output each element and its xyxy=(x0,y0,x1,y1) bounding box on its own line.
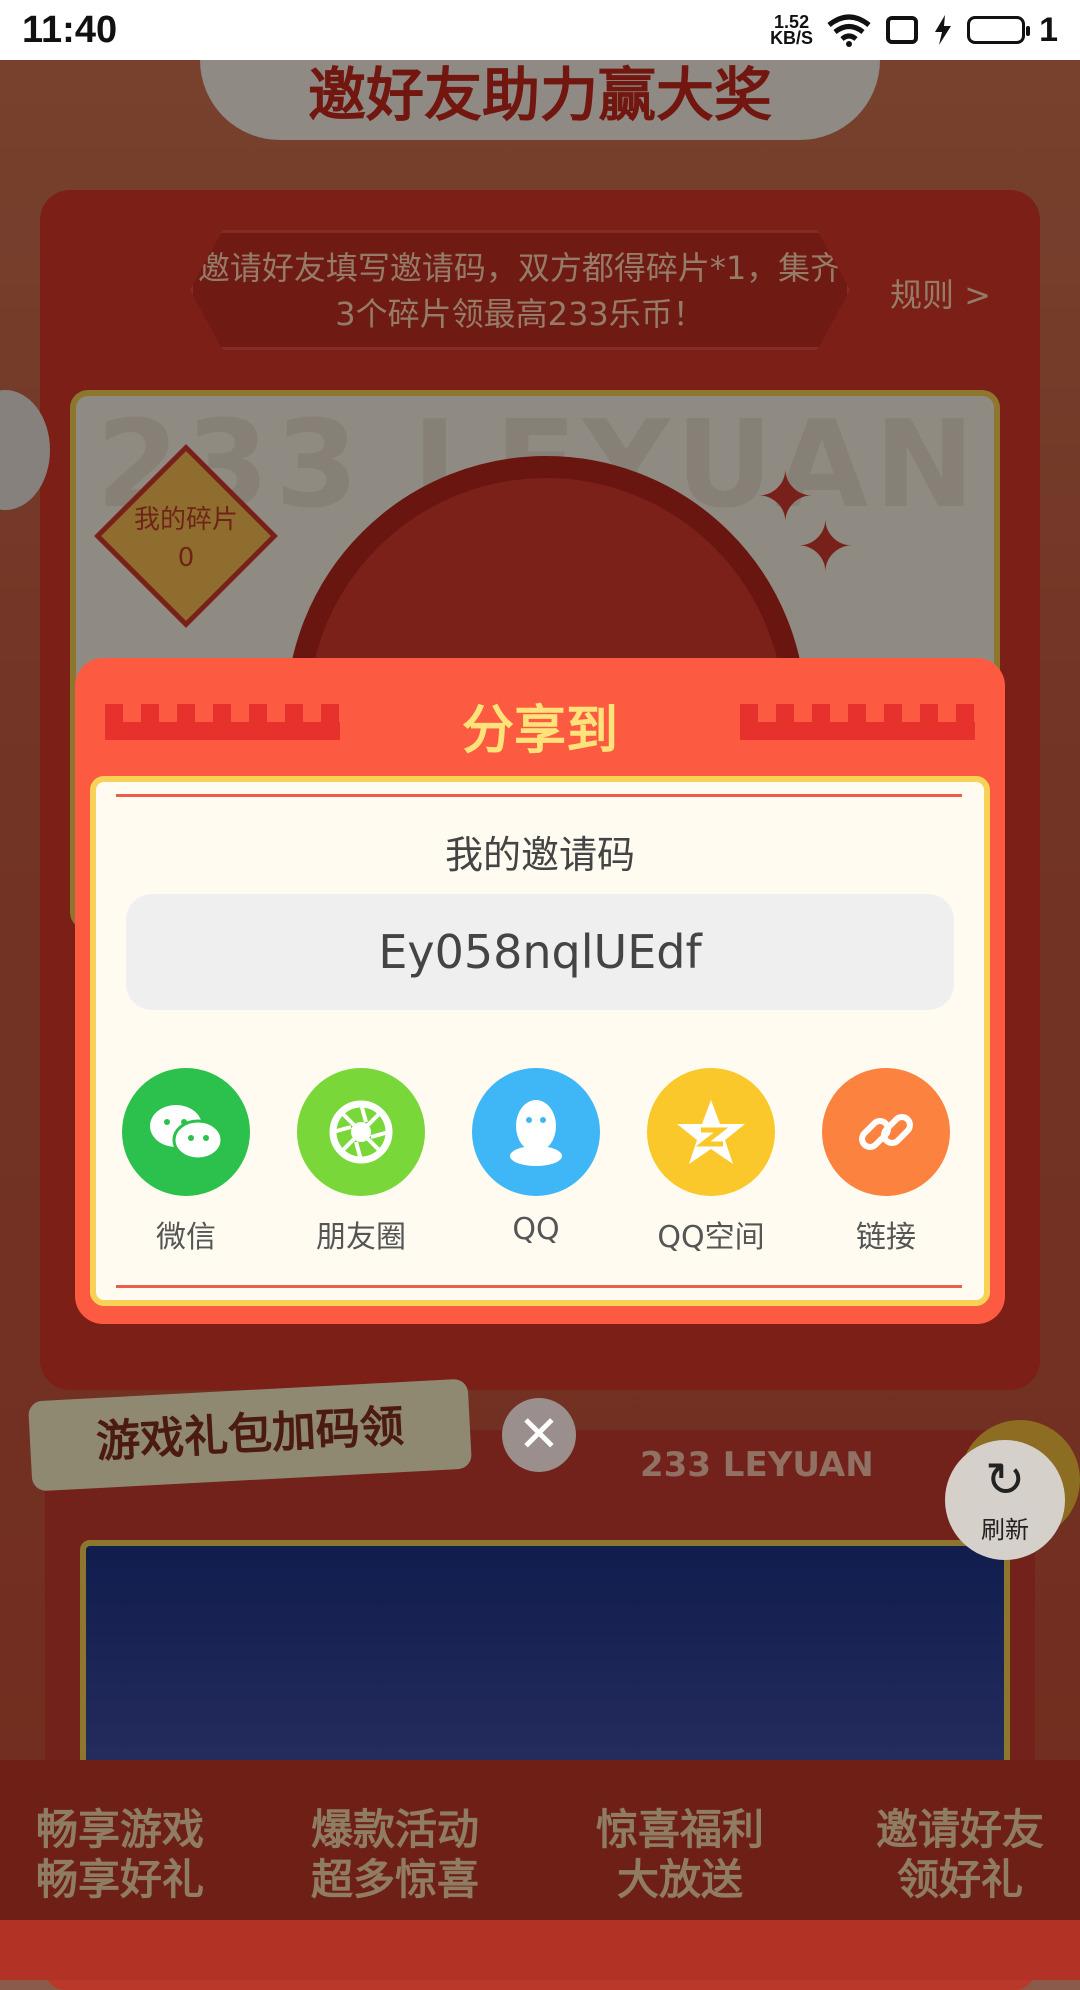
share-qzone-button[interactable]: QQ空间 xyxy=(641,1068,781,1256)
moments-icon xyxy=(297,1068,425,1196)
battery-icon xyxy=(967,16,1031,44)
share-link-button[interactable]: 链接 xyxy=(816,1068,956,1256)
share-qq-button[interactable]: QQ xyxy=(466,1068,606,1247)
refresh-button[interactable]: ↻ 刷新 xyxy=(945,1440,1065,1560)
close-icon: ✕ xyxy=(518,1405,560,1463)
link-icon xyxy=(822,1068,950,1196)
status-bar: 11:40 1.52 KB/S 1 xyxy=(0,0,1080,60)
close-modal-button[interactable]: ✕ xyxy=(502,1398,576,1472)
divider-line xyxy=(116,1285,962,1288)
wifi-icon xyxy=(827,14,871,47)
status-time: 11:40 xyxy=(22,8,118,51)
refresh-label: 刷新 xyxy=(981,1516,1029,1544)
share-label: 链接 xyxy=(856,1220,916,1255)
share-label: 朋友圈 xyxy=(316,1220,406,1255)
refresh-icon: ↻ xyxy=(984,1452,1026,1508)
screen-rotate-icon xyxy=(886,16,919,44)
share-label: 微信 xyxy=(156,1220,216,1255)
invite-code-label: 我的邀请码 xyxy=(444,833,635,877)
divider-line xyxy=(116,794,962,797)
share-moments-button[interactable]: 朋友圈 xyxy=(291,1068,431,1256)
wechat-icon xyxy=(122,1068,250,1196)
share-panel: 我的邀请码 Ey058nqlUEdf 微信 朋友圈 QQ QQ空间 链接 xyxy=(90,776,990,1306)
modal-title: 分享到 xyxy=(461,701,618,761)
invite-code-field[interactable]: Ey058nqlUEdf xyxy=(126,894,954,1010)
battery-level: 1 xyxy=(1039,10,1058,49)
charging-icon xyxy=(935,15,952,45)
qzone-icon xyxy=(647,1068,775,1196)
share-label: QQ空间 xyxy=(657,1220,765,1255)
share-modal: 分享到 我的邀请码 Ey058nqlUEdf 微信 朋友圈 QQ QQ空间 链接 xyxy=(75,658,1005,1324)
qq-icon xyxy=(472,1068,600,1196)
network-speed-unit: KB/S xyxy=(770,28,814,48)
network-speed: 1.52 KB/S xyxy=(770,13,814,48)
share-label: QQ xyxy=(512,1212,560,1247)
share-wechat-button[interactable]: 微信 xyxy=(116,1068,256,1256)
